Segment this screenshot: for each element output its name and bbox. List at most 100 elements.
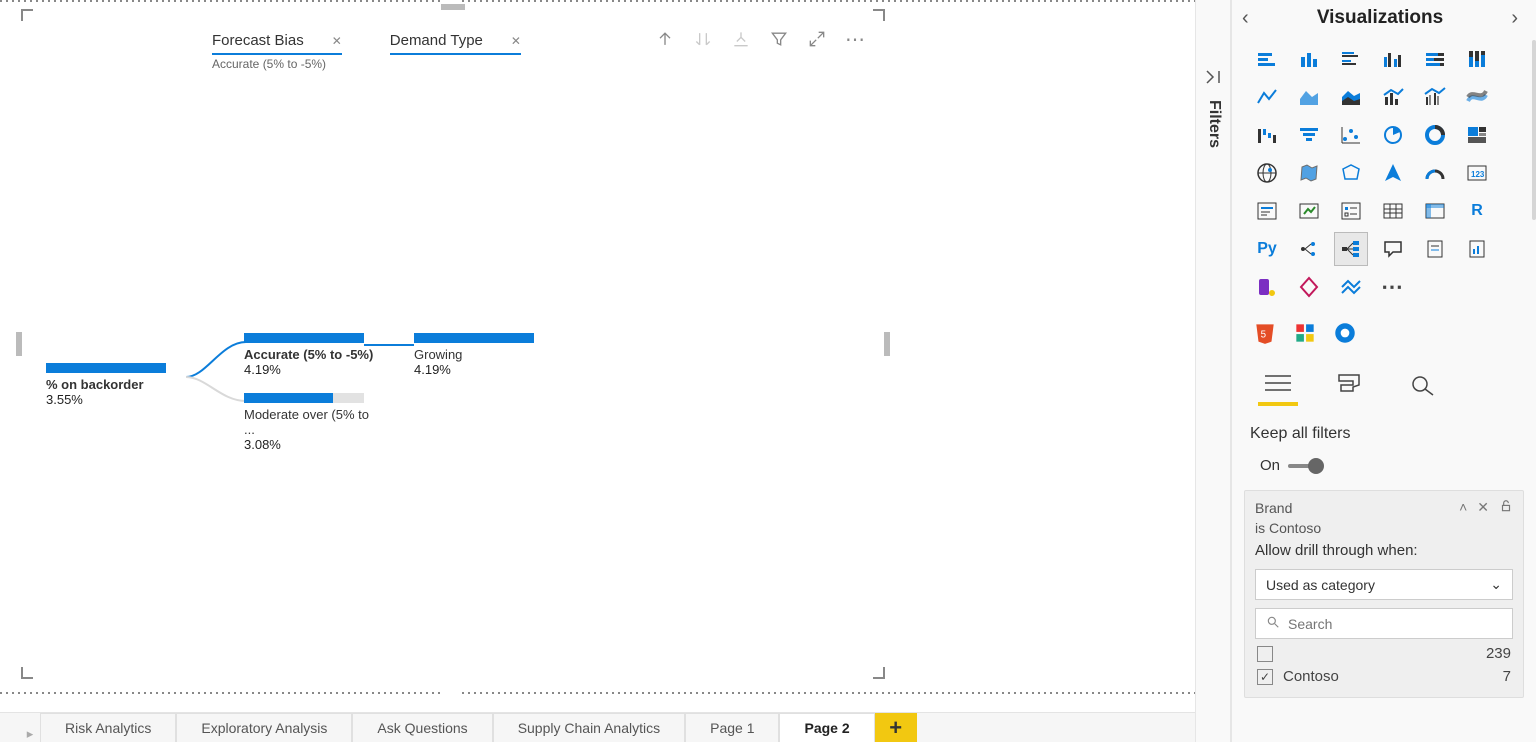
drillthrough-filter-card: Brand ˄ ✕ is Contoso Allow drill through…: [1244, 490, 1524, 698]
collapse-card-icon[interactable]: ˄: [1459, 499, 1467, 516]
viz-qa-icon[interactable]: [1376, 232, 1410, 266]
checkbox-checked-icon[interactable]: ✓: [1257, 669, 1273, 685]
scrollbar[interactable]: [1532, 40, 1536, 220]
analytics-tab-icon[interactable]: [1402, 366, 1442, 400]
custom-visual-circle-icon[interactable]: [1330, 318, 1360, 348]
filter-allow-label: Allow drill through when:: [1255, 536, 1513, 559]
ruler-top: [0, 0, 1195, 2]
viz-line-stacked-column-icon[interactable]: [1376, 80, 1410, 114]
resize-handle-left[interactable]: [16, 332, 22, 356]
page-tab[interactable]: Supply Chain Analytics: [493, 713, 685, 742]
bar-icon: [244, 333, 364, 343]
custom-visual-html-icon[interactable]: 5: [1250, 318, 1280, 348]
expand-pane-icon[interactable]: ›: [1505, 7, 1524, 30]
collapse-pane-icon[interactable]: ‹: [1236, 7, 1255, 30]
viz-custom-row: 5: [1232, 304, 1536, 352]
filter-value-row[interactable]: ✓Contoso 7: [1255, 662, 1513, 685]
viz-key-influencers-icon[interactable]: [1292, 232, 1326, 266]
viz-azure-map-icon[interactable]: [1376, 156, 1410, 190]
filter-value-row[interactable]: 239: [1255, 639, 1513, 662]
page-tab-active[interactable]: Page 2: [779, 713, 874, 742]
viz-python-icon[interactable]: Py: [1250, 232, 1284, 266]
viz-r-icon[interactable]: R: [1460, 194, 1494, 228]
viz-map-icon[interactable]: [1250, 156, 1284, 190]
tree-node-growing[interactable]: Growing 4.19%: [414, 333, 544, 377]
level-chip-forecast-bias[interactable]: Forecast Bias ✕ Accurate (5% to -5%): [212, 32, 342, 71]
expand-level-icon[interactable]: [730, 28, 752, 50]
viz-paginated-icon[interactable]: [1460, 232, 1494, 266]
viz-funnel-icon[interactable]: [1292, 118, 1326, 152]
resize-handle-bl[interactable]: [21, 667, 33, 679]
viz-gauge-icon[interactable]: [1418, 156, 1452, 190]
checkbox-icon[interactable]: [1257, 646, 1273, 662]
viz-line-clustered-column-icon[interactable]: [1418, 80, 1452, 114]
viz-decomposition-tree-icon[interactable]: [1334, 232, 1368, 266]
viz-filled-map-icon[interactable]: [1292, 156, 1326, 190]
viz-matrix-icon[interactable]: [1418, 194, 1452, 228]
pane-subtabs: [1232, 352, 1536, 401]
page-tab[interactable]: Exploratory Analysis: [176, 713, 352, 742]
viz-clustered-bar-icon[interactable]: [1334, 42, 1368, 76]
node-label: % on backorder: [46, 377, 186, 392]
search-input[interactable]: [1288, 616, 1502, 632]
viz-100-stacked-column-icon[interactable]: [1460, 42, 1494, 76]
filter-search[interactable]: [1255, 608, 1513, 639]
viz-kpi-icon[interactable]: [1292, 194, 1326, 228]
viz-stacked-column-icon[interactable]: [1292, 42, 1326, 76]
svg-text:5: 5: [1261, 329, 1267, 340]
remove-card-icon[interactable]: ✕: [1477, 499, 1489, 516]
drill-down-icon[interactable]: [692, 28, 714, 50]
viz-narrative-icon[interactable]: [1418, 232, 1452, 266]
resize-handle-tr[interactable]: [873, 9, 885, 21]
lock-icon[interactable]: [1499, 499, 1513, 516]
viz-area-icon[interactable]: [1292, 80, 1326, 114]
resize-handle-right[interactable]: [884, 332, 890, 356]
viz-table-icon[interactable]: [1376, 194, 1410, 228]
page-tab[interactable]: Page 1: [685, 713, 779, 742]
page-tab[interactable]: Risk Analytics: [40, 713, 176, 742]
viz-ribbon-icon[interactable]: [1460, 80, 1494, 114]
level-chip-demand-type[interactable]: Demand Type ✕: [390, 32, 521, 71]
add-page-button[interactable]: +: [875, 713, 917, 742]
viz-custom2-icon[interactable]: [1334, 270, 1368, 304]
viz-line-icon[interactable]: [1250, 80, 1284, 114]
expand-filters-icon[interactable]: [1204, 68, 1222, 91]
filter-icon[interactable]: [768, 28, 790, 50]
viz-clustered-column-icon[interactable]: [1376, 42, 1410, 76]
scroll-pages-left-icon[interactable]: ▸: [20, 726, 40, 742]
tree-node-accurate[interactable]: Accurate (5% to -5%) 4.19%: [244, 333, 374, 377]
tree-root-node[interactable]: % on backorder 3.55%: [46, 363, 186, 407]
page-tab[interactable]: Ask Questions: [352, 713, 492, 742]
resize-handle-top[interactable]: [441, 4, 465, 10]
viz-card-icon[interactable]: 123: [1460, 156, 1494, 190]
viz-treemap-icon[interactable]: [1460, 118, 1494, 152]
viz-pie-icon[interactable]: [1376, 118, 1410, 152]
remove-level-icon[interactable]: ✕: [511, 34, 521, 48]
viz-slicer-icon[interactable]: [1334, 194, 1368, 228]
decomposition-tree-visual[interactable]: Forecast Bias ✕ Accurate (5% to -5%) Dem…: [22, 10, 884, 678]
viz-waterfall-icon[interactable]: [1250, 118, 1284, 152]
viz-100-stacked-bar-icon[interactable]: [1418, 42, 1452, 76]
filters-pane-collapsed[interactable]: Filters: [1195, 0, 1231, 742]
viz-donut-icon[interactable]: [1418, 118, 1452, 152]
focus-mode-icon[interactable]: [806, 28, 828, 50]
resize-handle-tl[interactable]: [21, 9, 33, 21]
format-tab-icon[interactable]: [1330, 366, 1370, 400]
viz-shape-map-icon[interactable]: [1334, 156, 1368, 190]
filter-mode-dropdown[interactable]: Used as category ⌄: [1255, 569, 1513, 600]
viz-multirow-card-icon[interactable]: [1250, 194, 1284, 228]
keep-filters-toggle[interactable]: On: [1232, 443, 1536, 490]
custom-visual-grid-icon[interactable]: [1290, 318, 1320, 348]
viz-scatter-icon[interactable]: [1334, 118, 1368, 152]
viz-stacked-area-icon[interactable]: [1334, 80, 1368, 114]
viz-powerautomate-icon[interactable]: [1292, 270, 1326, 304]
remove-level-icon[interactable]: ✕: [332, 34, 342, 48]
tree-node-moderate-over[interactable]: Moderate over (5% to ... 3.08%: [244, 393, 374, 452]
drill-up-icon[interactable]: [654, 28, 676, 50]
viz-more-icon[interactable]: ⋯: [1376, 270, 1410, 304]
resize-handle-br[interactable]: [873, 667, 885, 679]
more-options-icon[interactable]: ⋯: [844, 28, 866, 50]
viz-powerapps-icon[interactable]: [1250, 270, 1284, 304]
fields-tab-icon[interactable]: [1258, 366, 1298, 400]
viz-stacked-bar-icon[interactable]: [1250, 42, 1284, 76]
